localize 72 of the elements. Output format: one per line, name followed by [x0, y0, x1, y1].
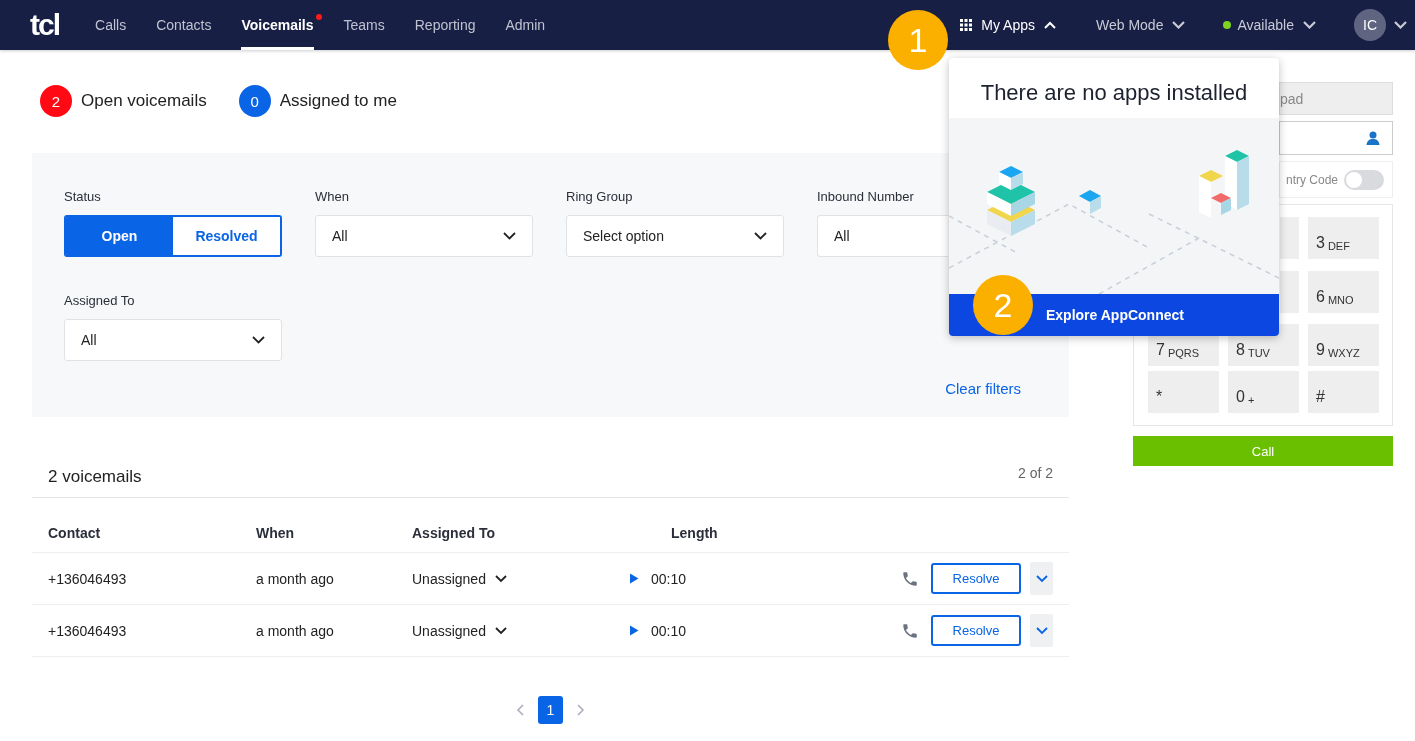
assignee-dropdown[interactable]: Unassigned	[412, 622, 507, 639]
assignee-dropdown[interactable]: Unassigned	[412, 570, 507, 587]
apps-grid-icon	[960, 19, 973, 31]
my-apps-menu[interactable]: My Apps	[960, 17, 1056, 33]
mode-menu[interactable]: Web Mode	[1096, 17, 1186, 33]
keypad-key[interactable]: 0 +	[1228, 370, 1299, 413]
chevron-icon	[1044, 21, 1056, 29]
clear-filters-link[interactable]: Clear filters	[945, 379, 1021, 399]
play-icon[interactable]	[628, 625, 639, 636]
select-field[interactable]: All	[64, 319, 282, 361]
page-button[interactable]: 1	[538, 696, 563, 724]
chevron-down-icon	[1172, 21, 1186, 29]
column-header: Assigned To	[412, 524, 496, 541]
keypad-key[interactable]: *	[1148, 370, 1219, 413]
contact-search-field[interactable]	[1279, 121, 1393, 155]
phone-icon[interactable]	[901, 569, 919, 588]
nav-tab[interactable]: Reporting	[414, 0, 476, 50]
keypad-key[interactable]: #	[1308, 370, 1379, 413]
chevron-down-icon[interactable]	[1394, 21, 1407, 29]
stat-label: Assigned to me	[279, 91, 397, 111]
next-page-icon[interactable]	[577, 704, 585, 716]
phone-icon[interactable]	[901, 621, 919, 640]
toggle-switch[interactable]	[1344, 169, 1384, 190]
column-header: Length	[671, 524, 719, 541]
nav-tab[interactable]: Teams	[343, 0, 385, 50]
duration-text: 00:10	[650, 622, 686, 639]
select-field[interactable]: Select option	[566, 215, 784, 257]
status-menu[interactable]: Available	[1223, 17, 1316, 33]
play-icon[interactable]	[628, 573, 639, 584]
resolve-button[interactable]: Resolve	[931, 615, 1021, 646]
logo[interactable]: tcl	[30, 10, 59, 40]
filter-label: Ring Group	[566, 189, 633, 204]
filter-label: When	[315, 189, 349, 204]
nav-tab[interactable]: Voicemails	[241, 0, 314, 50]
filter-label: Assigned To	[64, 293, 135, 308]
count-badge: 0	[238, 85, 271, 117]
status-toggle-option[interactable]: Open	[66, 217, 173, 255]
status-toggle-option[interactable]: Resolved	[173, 217, 280, 255]
count-badge: 2	[40, 85, 72, 117]
nav-tab[interactable]: Admin	[505, 0, 546, 50]
table-cell-text: a month ago	[256, 570, 335, 587]
previous-page-icon[interactable]	[516, 704, 524, 716]
table-cell-text: +136046493	[48, 622, 128, 639]
column-header: Contact	[48, 524, 102, 541]
duration-text: 00:10	[650, 570, 686, 587]
chevron-down-icon	[503, 232, 516, 240]
chevron-down-icon	[1035, 626, 1048, 635]
table-title: 2 voicemails	[48, 467, 142, 487]
user-avatar[interactable]: IC	[1354, 9, 1386, 41]
table-cell-text: a month ago	[256, 622, 335, 639]
country-code-label: ntry Code	[1285, 172, 1338, 187]
chevron-down-icon	[1303, 21, 1316, 29]
table-cell-text: +136046493	[48, 570, 128, 587]
select-field[interactable]: All	[817, 215, 948, 257]
chevron-down-icon	[754, 232, 767, 240]
filter-label: Inbound Number	[817, 189, 914, 204]
chevron-down-icon	[494, 626, 507, 635]
select-field[interactable]: All	[315, 215, 533, 257]
person-icon	[1366, 131, 1380, 145]
stat-label: Open voicemails	[81, 91, 207, 111]
filter-label: Status	[64, 189, 101, 204]
chevron-down-icon	[1035, 574, 1048, 583]
column-header: When	[256, 524, 296, 541]
more-actions-button[interactable]	[1030, 614, 1053, 647]
chevron-down-icon	[494, 574, 507, 583]
more-actions-button[interactable]	[1030, 562, 1053, 595]
empty-state-message: There are no apps installed	[979, 79, 1249, 107]
result-count: 2 of 2	[1017, 465, 1053, 481]
nav-tab[interactable]: Contacts	[156, 0, 212, 50]
resolve-button[interactable]: Resolve	[931, 563, 1021, 594]
chevron-down-icon	[252, 336, 265, 344]
nav-tab[interactable]: Calls	[95, 0, 127, 50]
